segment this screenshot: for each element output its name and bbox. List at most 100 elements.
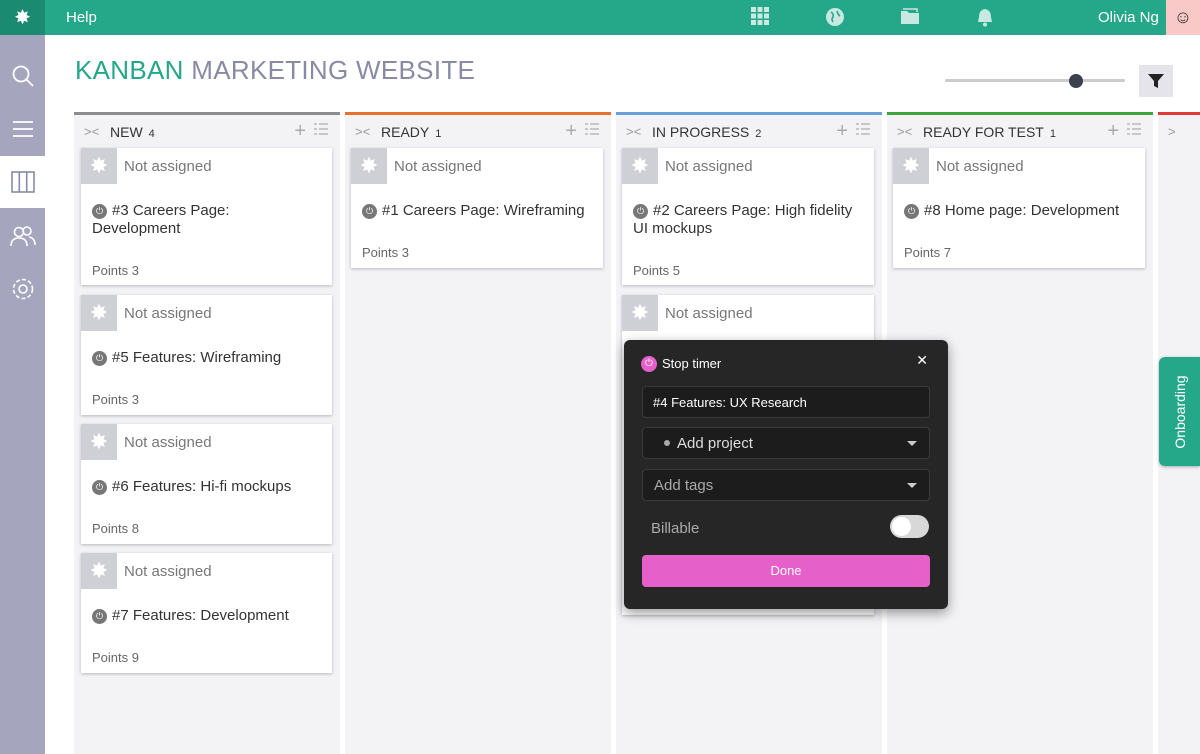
column-header: > [1158, 112, 1200, 144]
column-count: 4 [148, 128, 155, 140]
timer-icon[interactable]: ⏻ [92, 480, 107, 495]
collapse-column-icon[interactable]: >< [897, 124, 912, 139]
add-card-icon[interactable]: + [836, 120, 848, 143]
help-link[interactable]: Help [66, 9, 97, 26]
card-assignee: Not assigned [665, 158, 753, 175]
collapse-column-icon[interactable]: >< [626, 124, 641, 139]
bell-icon[interactable] [975, 7, 995, 32]
timer-icon[interactable]: ⏻ [92, 204, 107, 219]
avatar: ✸ [81, 424, 117, 460]
kanban-card[interactable]: ✸ Not assigned ⏻ #8 Home page: Developmen… [893, 148, 1145, 268]
billable-toggle[interactable] [890, 515, 929, 538]
column-name: IN PROGRESS [652, 124, 750, 140]
app-logo-icon[interactable]: ✸ [0, 0, 45, 35]
onboarding-tab[interactable]: Onboarding [1159, 357, 1200, 466]
folder-icon[interactable] [900, 7, 920, 30]
done-button[interactable]: Done [642, 555, 930, 587]
card-assignee: Not assigned [124, 158, 212, 175]
column-header: >< IN PROGRESS 2 + [616, 112, 882, 144]
filter-button[interactable] [1139, 65, 1173, 97]
column-header: >< READY 1 + [345, 112, 611, 144]
column-header: >< READY FOR TEST 1 + [887, 112, 1153, 144]
kanban-column-ready: >< READY 1 + ✸ Not assigned ⏻ #1 Careers P… [345, 112, 611, 754]
timer-icon[interactable]: ⏻ [92, 609, 107, 624]
column-title: READY 1 [381, 124, 441, 140]
chevron-down-icon [907, 441, 917, 446]
column-menu-icon[interactable] [1127, 122, 1141, 136]
column-name: NEW [110, 124, 143, 140]
card-title-line: #1 Careers Page: Wireframing [382, 202, 585, 219]
project-select[interactable]: Add project [642, 427, 930, 459]
sidebar-item-users[interactable] [0, 210, 45, 262]
kanban-card[interactable]: ✸ Not assigned ⏻ #6 Features: Hi-fi mocku… [81, 424, 332, 544]
card-title: ⏻ #2 Careers Page: High fidelity UI mockup… [633, 202, 852, 238]
card-title-line: #8 Home page: Development [924, 202, 1120, 219]
card-title-line: #6 Features: Hi-fi mockups [112, 478, 292, 495]
stop-timer-icon[interactable]: ⏻ [641, 356, 657, 372]
card-title-line: #7 Features: Development [112, 607, 289, 624]
list-icon [12, 121, 33, 137]
add-card-icon[interactable]: + [294, 120, 306, 143]
timer-icon[interactable]: ⏻ [92, 351, 107, 366]
timer-icon[interactable]: ⏻ [904, 204, 919, 219]
timer-icon[interactable]: ⏻ [362, 204, 377, 219]
add-card-icon[interactable]: + [1107, 120, 1119, 143]
close-icon[interactable]: ✕ [916, 352, 928, 369]
zoom-slider-track[interactable] [945, 79, 1125, 82]
tags-select[interactable]: Add tags [642, 469, 930, 501]
sidebar-item-kanban[interactable] [0, 156, 45, 208]
zoom-slider-handle[interactable] [1069, 74, 1083, 88]
collapse-column-icon[interactable]: >< [355, 124, 370, 139]
collapse-column-icon[interactable]: > [1168, 124, 1176, 139]
tags-select-label: Add tags [654, 477, 714, 494]
project-dot-icon [664, 440, 670, 446]
project-select-label: Add project [677, 435, 753, 452]
card-title-line: #5 Features: Wireframing [112, 349, 282, 366]
card-assignee: Not assigned [124, 434, 212, 451]
column-menu-icon[interactable] [585, 122, 599, 136]
billable-label: Billable [651, 520, 700, 537]
timer-description-input[interactable]: #4 Features: UX Research [642, 386, 930, 418]
column-name: READY [381, 124, 430, 140]
onboarding-label: Onboarding [1171, 374, 1188, 449]
user-name[interactable]: Olivia Ng [1098, 9, 1159, 26]
page-title-primary: KANBAN [75, 55, 184, 85]
column-header: >< NEW 4 + [74, 112, 340, 144]
sidebar-item-search[interactable] [0, 50, 45, 102]
sidebar-item-settings[interactable] [0, 263, 45, 315]
column-name: READY FOR TEST [923, 124, 1044, 140]
stop-timer-button[interactable]: Stop timer [662, 356, 721, 371]
kanban-card[interactable]: ✸ Not assigned ⏻ #5 Features: Wireframing… [81, 295, 332, 415]
kanban-card[interactable]: ✸ Not assigned ⏻ #2 Careers Page: High fi… [622, 148, 874, 285]
collapse-column-icon[interactable]: >< [84, 124, 99, 139]
kanban-card[interactable]: ✸ Not assigned ⏻ #1 Careers Page: Wirefra… [351, 148, 603, 268]
card-points: Points 3 [92, 263, 139, 278]
column-menu-icon[interactable] [314, 122, 328, 136]
add-card-icon[interactable]: + [565, 120, 577, 143]
card-title: ⏻ #8 Home page: Development [904, 202, 1119, 220]
avatar: ✸ [622, 295, 658, 331]
card-points: Points 9 [92, 650, 139, 665]
column-title: NEW 4 [110, 124, 155, 140]
globe-icon[interactable] [825, 7, 845, 32]
timer-icon[interactable]: ⏻ [633, 204, 648, 219]
kanban-card[interactable]: ✸ Not assigned ⏻ #7 Features: Development… [81, 553, 332, 673]
column-menu-icon[interactable] [856, 122, 870, 136]
avatar: ✸ [81, 148, 117, 184]
card-title: ⏻ #1 Careers Page: Wireframing [362, 202, 585, 220]
card-title: ⏻ #7 Features: Development [92, 607, 289, 625]
kanban-card[interactable]: ✸ Not assigned ⏻ #3 Careers Page: Developm… [81, 148, 332, 285]
card-title-line: #2 Careers Page: High fidelity [653, 202, 853, 219]
sidebar-item-list[interactable] [0, 103, 45, 155]
avatar: ✸ [351, 148, 387, 184]
user-avatar[interactable]: ☺ [1166, 0, 1200, 35]
apps-grid-icon[interactable] [750, 7, 770, 30]
avatar: ✸ [81, 553, 117, 589]
card-assignee: Not assigned [665, 305, 753, 322]
card-assignee: Not assigned [124, 305, 212, 322]
card-title-line: UI mockups [633, 220, 713, 237]
kanban-column-new: >< NEW 4 + ✸ Not assigned ⏻ #3 Careers Pag… [74, 112, 340, 754]
top-bar: ✸ Help Olivia Ng ☺ [0, 0, 1200, 35]
page-title: KANBAN MARKETING WEBSITE [75, 55, 475, 86]
column-count: 2 [755, 128, 762, 140]
